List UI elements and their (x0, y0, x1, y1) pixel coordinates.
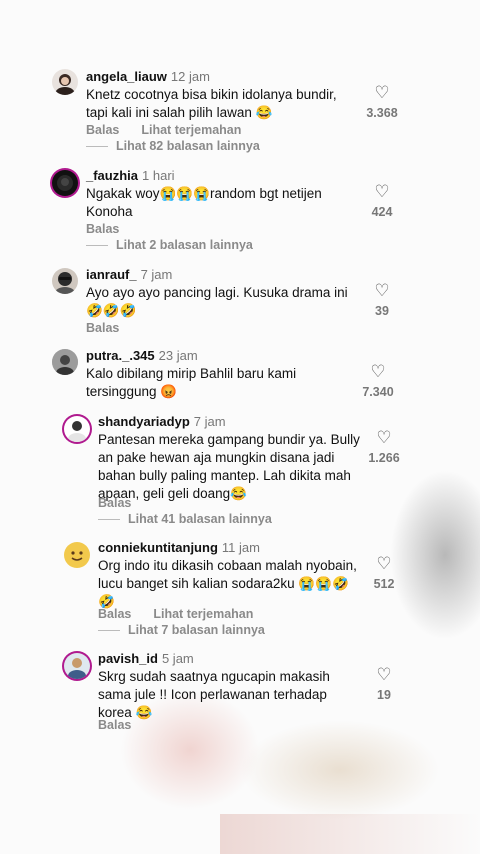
comment-actions: Balas (86, 321, 141, 335)
comment-header: shandyariadyp 7 jam (98, 414, 226, 429)
timestamp: 5 jam (161, 651, 194, 666)
username[interactable]: ianrauf_ (86, 267, 137, 282)
username[interactable]: angela_liauw (86, 69, 167, 84)
user-avatar-icon (68, 421, 86, 442)
reply-button[interactable]: Balas (86, 123, 119, 137)
comment-header: ianrauf_ 7 jam (86, 267, 172, 282)
comment-actions: Balas (98, 496, 153, 510)
username[interactable]: putra._.345 (86, 348, 155, 363)
user-avatar-icon (55, 272, 75, 294)
like-count: 7.340 (362, 385, 394, 399)
comment-text: Pantesan mereka gampang bundir ya. Bully… (98, 432, 360, 501)
divider-line (86, 146, 108, 148)
avatar[interactable] (52, 69, 78, 95)
user-avatar-icon (52, 349, 78, 375)
username[interactable]: shandyariadyp (98, 414, 190, 429)
like-button[interactable]: ♡ 1.266 (354, 429, 414, 466)
divider-line (86, 245, 108, 247)
timestamp: 7 jam (140, 267, 173, 282)
like-button[interactable]: ♡ 512 (354, 555, 414, 592)
avatar[interactable] (52, 268, 78, 294)
heart-icon[interactable]: ♡ (354, 429, 414, 447)
comment-actions: Balas Lihat terjemahan (86, 123, 263, 137)
translate-button[interactable]: Lihat terjemahan (141, 123, 241, 137)
timestamp: 11 jam (221, 540, 260, 555)
comment-text: Org indo itu dikasih cobaan malah nyobai… (98, 558, 357, 609)
avatar[interactable] (64, 416, 90, 442)
comment-header: conniekuntitanjung 11 jam (98, 540, 260, 555)
comment-header: _fauzhia 1 hari (86, 168, 175, 183)
like-button[interactable]: ♡ 7.340 (348, 363, 408, 400)
view-replies-label: Lihat 41 balasan lainnya (128, 512, 272, 526)
heart-icon[interactable]: ♡ (352, 282, 412, 300)
heart-icon[interactable]: ♡ (354, 666, 414, 684)
avatar[interactable] (64, 542, 90, 568)
comment-actions: Balas Lihat terjemahan (98, 607, 275, 621)
view-replies-label: Lihat 2 balasan lainnya (116, 238, 253, 252)
reply-button[interactable]: Balas (86, 321, 119, 335)
heart-icon[interactable]: ♡ (352, 84, 412, 102)
timestamp: 1 hari (142, 168, 175, 183)
like-count: 39 (375, 304, 389, 318)
reply-button[interactable]: Balas (98, 496, 131, 510)
comment-actions: Balas (86, 222, 141, 236)
comment-text: Skrg sudah saatnya ngucapin makasih sama… (98, 669, 330, 720)
comment-text: Ngakak woy😭😭😭random bgt netijen Konoha (86, 186, 322, 219)
like-button[interactable]: ♡ 39 (352, 282, 412, 319)
like-count: 3.368 (366, 106, 398, 120)
like-button[interactable]: ♡ 424 (352, 183, 412, 220)
divider-line (98, 519, 120, 521)
view-replies-button[interactable]: Lihat 82 balasan lainnya (86, 139, 260, 153)
view-replies-button[interactable]: Lihat 41 balasan lainnya (98, 512, 272, 526)
reply-button[interactable]: Balas (86, 222, 119, 236)
username[interactable]: conniekuntitanjung (98, 540, 218, 555)
user-avatar-icon (66, 544, 88, 566)
user-avatar-icon (55, 74, 75, 95)
view-replies-label: Lihat 7 balasan lainnya (128, 623, 265, 637)
comment-header: angela_liauw 12 jam (86, 69, 210, 84)
user-avatar-icon (57, 175, 73, 191)
avatar[interactable] (52, 170, 78, 196)
username[interactable]: pavish_id (98, 651, 158, 666)
avatar[interactable] (64, 653, 90, 679)
reply-button[interactable]: Balas (98, 718, 131, 732)
timestamp: 12 jam (170, 69, 210, 84)
comment-actions: Balas (98, 718, 153, 732)
user-avatar-icon (68, 658, 86, 679)
background-blur (240, 720, 440, 820)
comment-text: Kalo dibilang mirip Bahlil baru kami ter… (86, 366, 297, 399)
like-button[interactable]: ♡ 3.368 (352, 84, 412, 121)
like-count: 1.266 (368, 451, 400, 465)
like-count: 19 (377, 688, 391, 702)
heart-icon[interactable]: ♡ (354, 555, 414, 573)
timestamp: 7 jam (193, 414, 226, 429)
translate-button[interactable]: Lihat terjemahan (153, 607, 253, 621)
username[interactable]: _fauzhia (86, 168, 138, 183)
reply-button[interactable]: Balas (98, 607, 131, 621)
view-replies-button[interactable]: Lihat 7 balasan lainnya (98, 623, 265, 637)
like-button[interactable]: ♡ 19 (354, 666, 414, 703)
divider-line (98, 630, 120, 632)
comment-text: Knetz cocotnya bisa bikin idolanya bundi… (86, 87, 337, 120)
like-count: 512 (373, 577, 395, 591)
comment-header: pavish_id 5 jam (98, 651, 194, 666)
comment-header: putra._.345 23 jam (86, 348, 198, 363)
heart-icon[interactable]: ♡ (352, 183, 412, 201)
comment-text: Ayo ayo ayo pancing lagi. Kusuka drama i… (86, 285, 348, 318)
avatar[interactable] (52, 349, 78, 375)
view-replies-label: Lihat 82 balasan lainnya (116, 139, 260, 153)
heart-icon[interactable]: ♡ (348, 363, 408, 381)
timestamp: 23 jam (158, 348, 198, 363)
like-count: 424 (371, 205, 393, 219)
background-blur (220, 814, 480, 854)
view-replies-button[interactable]: Lihat 2 balasan lainnya (86, 238, 253, 252)
